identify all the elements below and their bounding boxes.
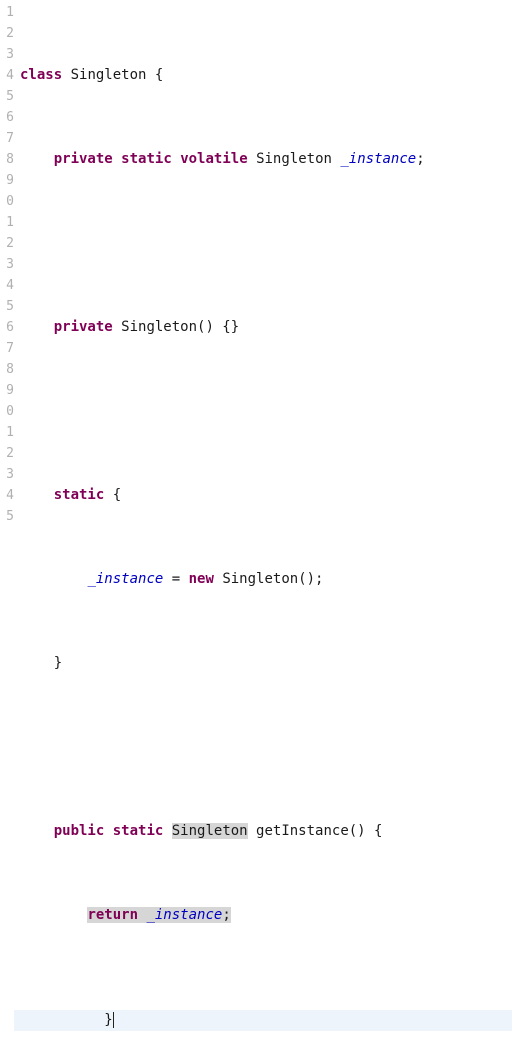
line-number: 2 [0, 233, 14, 254]
line-number: 1 [0, 212, 14, 233]
line-number: 2 [0, 23, 14, 44]
line-number: 9 [0, 380, 14, 401]
code-line: private static volatile Singleton _insta… [20, 149, 512, 170]
line-number: 7 [0, 338, 14, 359]
line-number: 3 [0, 254, 14, 275]
line-number: 5 [0, 296, 14, 317]
line-number: 4 [0, 485, 14, 506]
code-line: public static Singleton getInstance() { [20, 821, 512, 842]
selection-highlight: Singleton [172, 823, 248, 839]
line-number: 1 [0, 422, 14, 443]
line-number: 7 [0, 128, 14, 149]
line-number: 8 [0, 359, 14, 380]
code-line: private Singleton() {} [20, 317, 512, 338]
code-line [20, 737, 512, 758]
line-number: 4 [0, 65, 14, 86]
line-number: 6 [0, 317, 14, 338]
code-line: _instance = new Singleton(); [20, 569, 512, 590]
line-number: 5 [0, 506, 14, 527]
line-number: 4 [0, 275, 14, 296]
line-number: 1 [0, 2, 14, 23]
code-area[interactable]: class Singleton { private static volatil… [14, 0, 512, 1054]
line-number: 0 [0, 191, 14, 212]
line-number: 8 [0, 149, 14, 170]
line-number: 3 [0, 464, 14, 485]
code-line: } [20, 989, 512, 1010]
line-number: 2 [0, 443, 14, 464]
code-line: } [20, 653, 512, 674]
code-line: static { [20, 485, 512, 506]
code-line: return _instance; [20, 905, 512, 926]
code-line: class Singleton { [20, 65, 512, 86]
line-number: 9 [0, 170, 14, 191]
line-number: 6 [0, 107, 14, 128]
line-number-gutter: 1 2 3 4 5 6 7 8 9 0 1 2 3 4 5 6 7 8 9 0 … [0, 0, 14, 527]
code-editor: 1 2 3 4 5 6 7 8 9 0 1 2 3 4 5 6 7 8 9 0 … [0, 0, 512, 1054]
code-line [20, 233, 512, 254]
line-number: 0 [0, 401, 14, 422]
code-line [20, 401, 512, 422]
line-number: 5 [0, 86, 14, 107]
line-number: 3 [0, 44, 14, 65]
text-cursor [112, 1012, 114, 1028]
